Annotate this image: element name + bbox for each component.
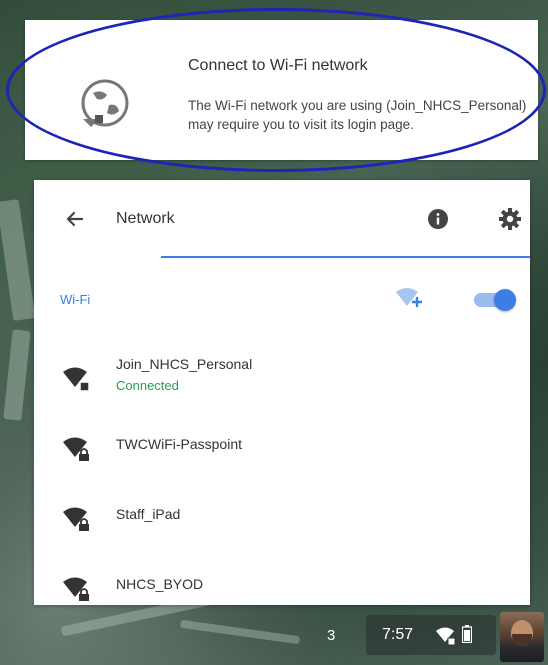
network-status: Connected bbox=[116, 378, 179, 393]
globe-wifi-icon bbox=[81, 79, 129, 127]
wallpaper-streak bbox=[180, 619, 300, 645]
panel-title: Network bbox=[116, 210, 175, 227]
wifi-login-notification[interactable]: Connect to Wi-Fi network The Wi-Fi netwo… bbox=[25, 20, 538, 160]
network-item[interactable]: TWCWiFi-Passpoint bbox=[34, 420, 530, 480]
network-name: TWCWiFi-Passpoint bbox=[116, 436, 243, 452]
battery-icon bbox=[462, 625, 472, 643]
notification-title: Connect to Wi-Fi network bbox=[188, 57, 368, 74]
network-name: NHCS_BYOD bbox=[116, 576, 204, 592]
wallpaper-streak bbox=[3, 329, 31, 421]
network-name: Join_NHCS_Personal bbox=[116, 356, 253, 372]
info-icon[interactable] bbox=[427, 208, 449, 230]
notification-body: The Wi-Fi network you are using (Join_NH… bbox=[188, 98, 527, 132]
wifi-toggle-row: Wi-Fi bbox=[34, 280, 530, 320]
network-name: Staff_iPad bbox=[116, 506, 181, 522]
wifi-toggle-knob bbox=[494, 289, 516, 311]
network-panel: Network Wi-Fi Join_NHCS_Personal Connect… bbox=[34, 180, 530, 605]
network-item[interactable]: NHCS_BYOD bbox=[34, 560, 530, 605]
wifi-locked-icon bbox=[63, 507, 89, 531]
wallpaper-streak bbox=[0, 199, 36, 321]
gear-icon[interactable] bbox=[498, 207, 522, 231]
panel-header: Network bbox=[34, 180, 530, 260]
network-item[interactable]: Staff_iPad bbox=[34, 490, 530, 550]
network-item[interactable]: Join_NHCS_Personal Connected bbox=[34, 350, 530, 410]
wifi-label: Wi-Fi bbox=[60, 292, 91, 307]
wifi-locked-icon bbox=[63, 577, 89, 601]
add-wifi-icon[interactable] bbox=[394, 286, 424, 312]
wifi-status-icon bbox=[436, 627, 456, 645]
clock: 7:57 bbox=[382, 626, 414, 643]
user-avatar[interactable] bbox=[500, 612, 544, 662]
status-area[interactable]: 7:57 bbox=[366, 615, 496, 655]
header-divider bbox=[161, 256, 530, 258]
wifi-locked-icon bbox=[63, 437, 89, 461]
notification-count[interactable]: 3 bbox=[327, 627, 335, 644]
wifi-toggle[interactable] bbox=[470, 288, 518, 312]
wifi-secured-icon bbox=[63, 367, 90, 392]
back-arrow-icon[interactable] bbox=[62, 206, 88, 232]
avatar-beard bbox=[512, 634, 532, 646]
